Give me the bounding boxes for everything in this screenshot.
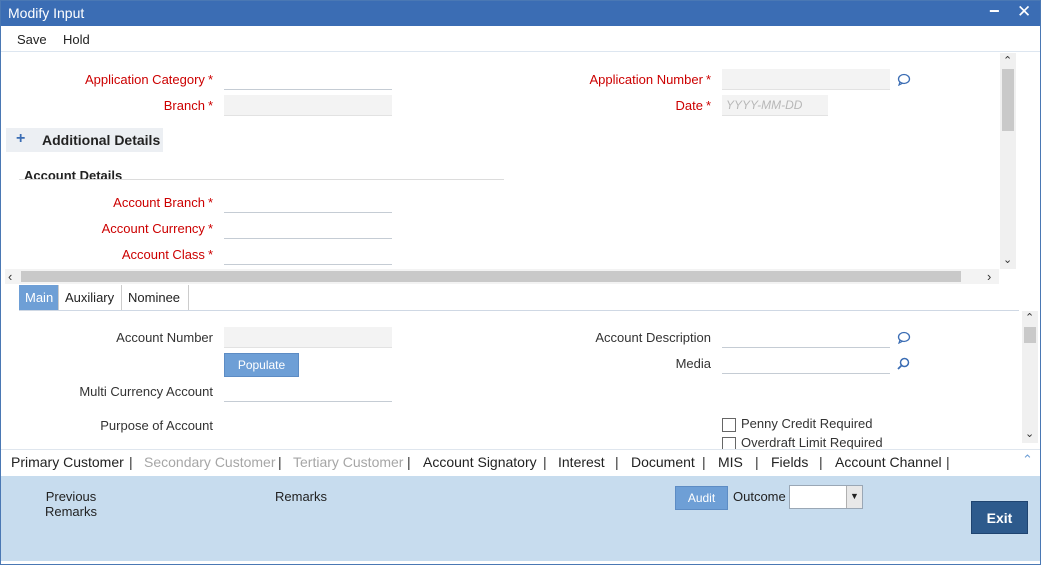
plus-icon: +	[16, 130, 26, 147]
menu-bar: Save Hold	[1, 26, 1040, 52]
application-category-label: Application Category *	[84, 72, 213, 87]
subsystem-link-bar: Primary Customer | Secondary Customer | …	[1, 449, 1040, 476]
account-branch-label: Account Branch *	[113, 195, 213, 210]
purpose-of-account-label: Purpose of Account	[100, 418, 213, 433]
outcome-select[interactable]: ▼	[789, 485, 863, 509]
account-description-label: Account Description	[595, 330, 711, 345]
chevron-down-icon[interactable]: ▼	[846, 486, 862, 508]
lower-vertical-scrollbar[interactable]: ⌃ ⌄	[1022, 311, 1038, 443]
overdraft-clip: Overdraft Limit Required	[719, 435, 919, 449]
outcome-label: Outcome	[733, 489, 786, 504]
link-separator: |	[755, 454, 759, 470]
scroll-down-icon[interactable]: ⌄	[1003, 253, 1012, 266]
secondary-customer-link: Secondary Customer	[144, 454, 276, 470]
search-icon[interactable]	[897, 357, 910, 373]
date-placeholder: YYYY-MM-DD	[726, 98, 803, 112]
document-link[interactable]: Document	[631, 454, 695, 470]
account-class-label: Account Class *	[121, 247, 213, 262]
close-icon[interactable]: ✕	[1017, 2, 1031, 22]
overdraft-limit-checkbox[interactable]	[722, 437, 736, 449]
collapse-up-icon[interactable]: ⌃	[1022, 452, 1033, 468]
scroll-right-icon[interactable]: ›	[987, 269, 991, 284]
account-branch-input[interactable]	[224, 192, 392, 213]
section-divider	[19, 179, 504, 180]
chat-bubble-icon[interactable]	[897, 73, 911, 89]
link-separator: |	[278, 454, 282, 470]
application-category-input[interactable]	[224, 69, 392, 90]
populate-button[interactable]: Populate	[224, 353, 299, 377]
exit-button[interactable]: Exit	[971, 501, 1028, 534]
account-number-label: Account Number	[116, 330, 213, 345]
link-separator: |	[946, 454, 950, 470]
account-currency-input[interactable]	[224, 218, 392, 239]
media-label: Media	[675, 356, 711, 371]
link-separator: |	[407, 454, 411, 470]
account-description-input[interactable]	[722, 327, 890, 348]
link-separator: |	[819, 454, 823, 470]
account-signatory-link[interactable]: Account Signatory	[423, 454, 537, 470]
horizontal-scroll-thumb[interactable]	[21, 271, 961, 282]
hold-menu-item[interactable]: Hold	[63, 32, 90, 47]
account-class-input[interactable]	[224, 244, 392, 265]
tab-auxiliary[interactable]: Auxiliary	[59, 285, 122, 310]
scroll-thumb[interactable]	[1024, 327, 1036, 343]
application-number-label: Application Number *	[589, 72, 711, 87]
scroll-thumb[interactable]	[1002, 69, 1014, 131]
branch-label: Branch *	[163, 98, 213, 113]
scroll-up-icon[interactable]: ⌃	[1003, 54, 1012, 67]
media-input[interactable]	[722, 353, 890, 374]
link-separator: |	[615, 454, 619, 470]
upper-vertical-scrollbar[interactable]: ⌃ ⌄	[1000, 53, 1016, 269]
remarks-label[interactable]: Remarks	[275, 489, 327, 504]
scroll-up-icon[interactable]: ⌃	[1025, 311, 1034, 324]
tertiary-customer-link: Tertiary Customer	[293, 454, 404, 470]
mis-link[interactable]: MIS	[718, 454, 743, 470]
audit-button[interactable]: Audit	[675, 486, 728, 510]
link-separator: |	[702, 454, 706, 470]
primary-customer-link[interactable]: Primary Customer	[11, 454, 124, 470]
application-number-input[interactable]	[722, 69, 890, 90]
modify-input-window: Modify Input − ✕ Save Hold Application C…	[0, 0, 1041, 565]
scroll-down-icon[interactable]: ⌄	[1025, 427, 1034, 440]
tab-nominee[interactable]: Nominee	[122, 285, 189, 310]
scroll-left-icon[interactable]: ‹	[8, 269, 12, 284]
previous-remarks-label[interactable]: Previous Remarks	[31, 489, 111, 519]
account-details-heading: Account Details	[24, 168, 123, 183]
additional-details-toggle[interactable]: + Additional Details	[6, 128, 163, 152]
horizontal-scrollbar[interactable]: ‹ ›	[5, 269, 999, 284]
account-number-input[interactable]	[224, 327, 392, 348]
branch-input[interactable]	[224, 95, 392, 116]
footer-panel	[1, 476, 1040, 561]
title-bar: Modify Input − ✕	[1, 1, 1040, 26]
date-label: Date *	[675, 98, 711, 113]
window-title: Modify Input	[8, 5, 85, 21]
chat-bubble-icon[interactable]	[897, 331, 911, 347]
penny-credit-checkbox[interactable]	[722, 418, 736, 432]
link-separator: |	[129, 454, 133, 470]
account-channel-link[interactable]: Account Channel	[835, 454, 942, 470]
overdraft-limit-label: Overdraft Limit Required	[741, 435, 883, 449]
tab-divider	[19, 310, 1019, 311]
interest-link[interactable]: Interest	[558, 454, 605, 470]
multi-currency-account-label: Multi Currency Account	[79, 384, 213, 399]
multi-currency-account-input[interactable]	[224, 381, 392, 402]
save-menu-item[interactable]: Save	[17, 32, 47, 47]
link-separator: |	[543, 454, 547, 470]
minimize-icon[interactable]: −	[989, 1, 1000, 22]
account-currency-label: Account Currency *	[101, 221, 213, 236]
tab-main[interactable]: Main	[19, 285, 59, 310]
additional-details-label: Additional Details	[42, 132, 161, 148]
fields-link[interactable]: Fields	[771, 454, 808, 470]
penny-credit-label: Penny Credit Required	[741, 416, 873, 431]
